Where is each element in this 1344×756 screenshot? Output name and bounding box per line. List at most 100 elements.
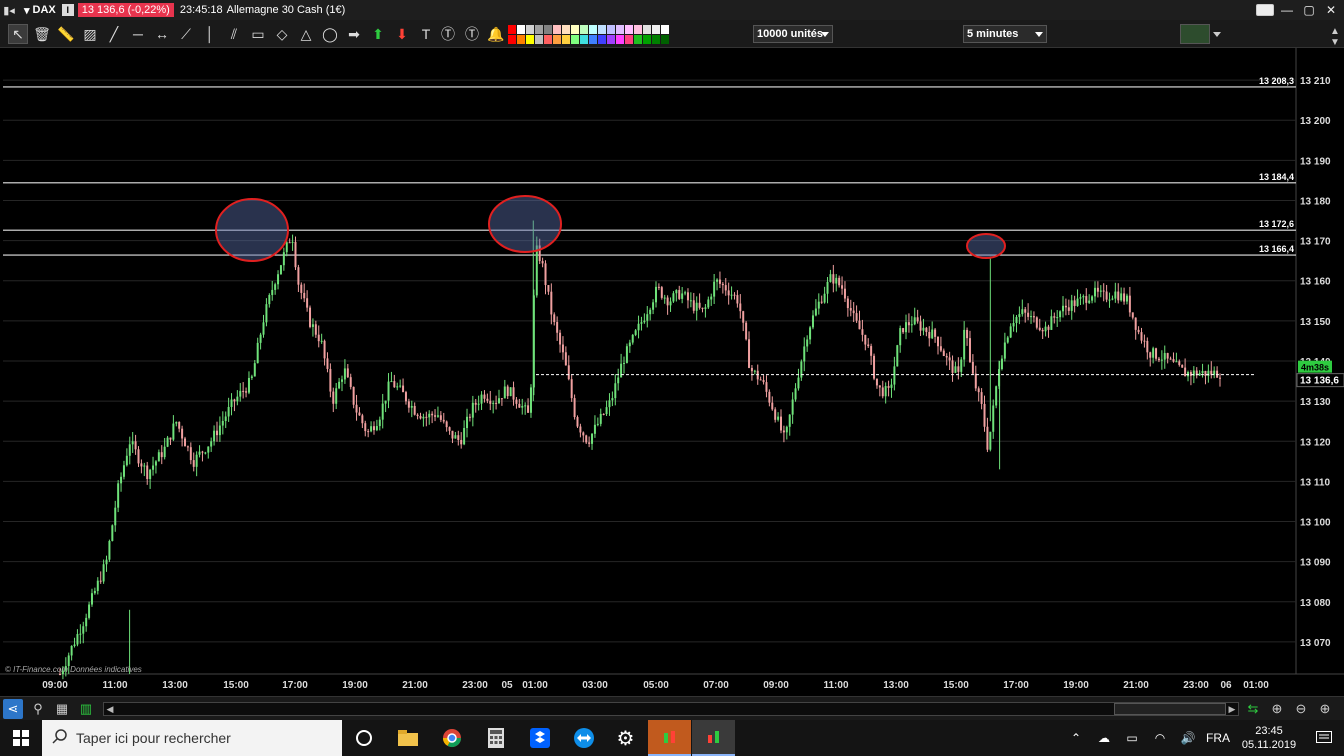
table-icon[interactable]: ▦ <box>52 699 72 719</box>
color-swatch[interactable] <box>562 25 570 34</box>
text-box-icon[interactable]: Ⓣ <box>438 24 458 44</box>
color-swatch[interactable] <box>652 35 660 44</box>
scroll-left-icon[interactable]: ◀ <box>105 704 115 714</box>
settings-icon[interactable]: ⚙ <box>604 720 647 756</box>
volume-icon[interactable]: 🔊 <box>1174 720 1202 756</box>
color-swatch[interactable] <box>643 35 651 44</box>
dropbox-icon[interactable] <box>518 720 561 756</box>
color-swatch[interactable] <box>589 25 597 34</box>
task-view-icon[interactable] <box>342 720 385 756</box>
comment-icon[interactable]: Ⓣ <box>462 24 482 44</box>
color-swatch[interactable] <box>607 35 615 44</box>
color-swatch[interactable] <box>553 25 561 34</box>
arrow-up-icon[interactable]: ⬆ <box>368 24 388 44</box>
teamviewer-icon[interactable] <box>562 720 605 756</box>
color-swatch[interactable] <box>544 25 552 34</box>
color-swatch[interactable] <box>643 25 651 34</box>
prorealtime-icon[interactable] <box>648 720 691 756</box>
rectangle-icon[interactable]: ▭ <box>248 24 268 44</box>
horizontal-line-icon[interactable]: ─ <box>128 24 148 44</box>
color-swatch[interactable] <box>634 35 642 44</box>
color-swatch[interactable] <box>616 25 624 34</box>
autoscale-icon[interactable]: ⇆ <box>1243 699 1263 719</box>
ruler-icon[interactable]: 📏 <box>56 24 76 44</box>
color-swatch[interactable] <box>598 35 606 44</box>
keyboard-icon[interactable] <box>1256 2 1274 18</box>
color-swatch[interactable] <box>625 25 633 34</box>
share-icon[interactable]: ⋖ <box>3 699 23 719</box>
bell-icon[interactable]: 🔔 <box>486 24 506 44</box>
color-swatch[interactable] <box>535 35 543 44</box>
weather-icon[interactable]: ☁ <box>1090 720 1118 756</box>
color-swatch[interactable] <box>589 35 597 44</box>
scroll-right-icon[interactable]: ▶ <box>1227 704 1237 714</box>
arrow-down-icon[interactable]: ⬇ <box>392 24 412 44</box>
color-swatch[interactable] <box>517 35 525 44</box>
color-swatch[interactable] <box>535 25 543 34</box>
color-swatch[interactable] <box>607 25 615 34</box>
file-explorer-icon[interactable] <box>386 720 429 756</box>
text-icon[interactable]: T <box>416 24 436 44</box>
wifi-icon[interactable]: ◠ <box>1146 720 1174 756</box>
minimize-button[interactable]: — <box>1278 2 1296 18</box>
color-swatch[interactable] <box>562 35 570 44</box>
color-swatch[interactable] <box>571 35 579 44</box>
color-swatch[interactable] <box>652 25 660 34</box>
color-swatch[interactable] <box>580 35 588 44</box>
calculator-icon[interactable] <box>474 720 517 756</box>
maximize-button[interactable]: ▢ <box>1300 2 1318 18</box>
ticker-dropdown[interactable]: ▾ DAX <box>18 4 62 17</box>
color-swatch[interactable] <box>598 25 606 34</box>
color-swatch[interactable] <box>553 35 561 44</box>
info-icon[interactable]: I <box>61 4 74 16</box>
search-input[interactable]: Taper ici pour rechercher <box>42 720 342 756</box>
color-swatch[interactable] <box>508 35 516 44</box>
trendline-icon[interactable]: ⟋ <box>176 24 196 44</box>
zoom-out-icon[interactable]: ⊖ <box>1291 699 1311 719</box>
ellipse-icon[interactable]: ◯ <box>320 24 340 44</box>
horizontal-segment-icon[interactable]: ↔ <box>152 24 172 44</box>
chrome-icon[interactable] <box>430 720 473 756</box>
prorealtime-window-icon[interactable] <box>692 720 735 756</box>
vertical-line-icon[interactable]: │ <box>200 24 220 44</box>
arrow-right-icon[interactable]: ➡ <box>344 24 364 44</box>
taskbar-clock[interactable]: 23:45 05.11.2019 <box>1234 724 1304 752</box>
color-swatch[interactable] <box>526 35 534 44</box>
language-indicator[interactable]: FRA <box>1202 720 1234 756</box>
start-button[interactable] <box>0 720 42 756</box>
zoom-in-icon[interactable]: ⊕ <box>1315 699 1335 719</box>
close-button[interactable]: ✕ <box>1322 2 1340 18</box>
price-chart[interactable]: 13 210 13 200 13 190 13 180 13 170 13 160 13 1… <box>0 48 1344 696</box>
eraser-icon[interactable]: ◇ <box>272 24 292 44</box>
battery-icon[interactable]: ▭ <box>1118 720 1146 756</box>
toolbar-scroll-icon[interactable]: ▲ ▼ <box>1330 26 1342 48</box>
color-swatch[interactable] <box>625 35 633 44</box>
pointer-icon[interactable]: ↖ <box>8 24 28 44</box>
line-icon[interactable]: ╱ <box>104 24 124 44</box>
fibonacci-icon[interactable]: ▨ <box>80 24 100 44</box>
triangle-icon[interactable]: △ <box>296 24 316 44</box>
color-swatch[interactable] <box>544 35 552 44</box>
color-swatch[interactable] <box>661 35 669 44</box>
color-swatch[interactable] <box>526 25 534 34</box>
color-swatch[interactable] <box>508 25 516 34</box>
chevron-up-icon[interactable]: ⌃ <box>1062 720 1090 756</box>
time-scrollbar[interactable]: ◀ ▶ <box>103 702 1239 716</box>
zoom-fit-icon[interactable]: ⊕ <box>1267 699 1287 719</box>
notification-icon[interactable] <box>1304 720 1344 756</box>
color-swatch[interactable] <box>634 25 642 34</box>
color-swatch[interactable] <box>580 25 588 34</box>
chevron-down-icon[interactable] <box>1213 32 1221 37</box>
channel-icon[interactable]: ⫽ <box>224 24 244 44</box>
window-menu-icon[interactable]: ▮◂ <box>0 2 18 18</box>
color-swatch[interactable] <box>616 35 624 44</box>
color-swatch[interactable] <box>661 25 669 34</box>
units-dropdown[interactable]: 10000 unités <box>753 25 833 43</box>
chart-type-icon[interactable]: ▥ <box>76 699 96 719</box>
trash-icon[interactable]: 🗑 <box>32 24 52 44</box>
period-dropdown[interactable]: 5 minutes <box>963 25 1047 43</box>
color-swatch[interactable] <box>517 25 525 34</box>
color-swatch[interactable] <box>571 25 579 34</box>
scroll-thumb[interactable] <box>1114 703 1226 715</box>
filter-icon[interactable]: ⚲ <box>28 699 48 719</box>
